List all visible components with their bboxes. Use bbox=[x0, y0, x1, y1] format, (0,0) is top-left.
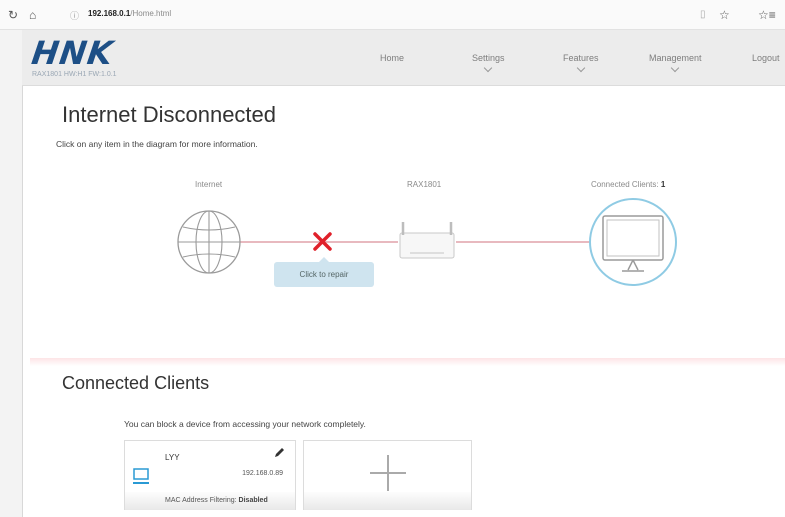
client-ip: 192.168.0.89 bbox=[242, 470, 283, 477]
repair-button-label: Click to repair bbox=[299, 270, 349, 279]
mac-filtering-status: MAC Address Filtering: Disabled bbox=[165, 497, 268, 504]
card-footer bbox=[304, 492, 471, 510]
router-icon[interactable] bbox=[399, 222, 455, 259]
mac-filtering-label: MAC Address Filtering: bbox=[165, 497, 237, 504]
monitor-icon[interactable] bbox=[589, 198, 677, 286]
client-card[interactable]: LYY 192.168.0.89 MAC Address Filtering: … bbox=[124, 440, 296, 510]
globe-icon[interactable] bbox=[177, 210, 241, 274]
mac-filtering-value: Disabled bbox=[238, 497, 268, 504]
connected-clients-title: Connected Clients bbox=[62, 373, 210, 393]
repair-button[interactable]: Click to repair bbox=[274, 257, 374, 287]
block-device-info: You can block a device from accessing yo… bbox=[124, 419, 366, 429]
computer-icon bbox=[133, 468, 149, 484]
add-client-card[interactable] bbox=[303, 440, 472, 510]
section-divider bbox=[30, 358, 785, 366]
edit-pencil-icon[interactable] bbox=[274, 447, 285, 458]
plus-icon bbox=[370, 455, 406, 491]
client-name: LYY bbox=[165, 453, 180, 462]
